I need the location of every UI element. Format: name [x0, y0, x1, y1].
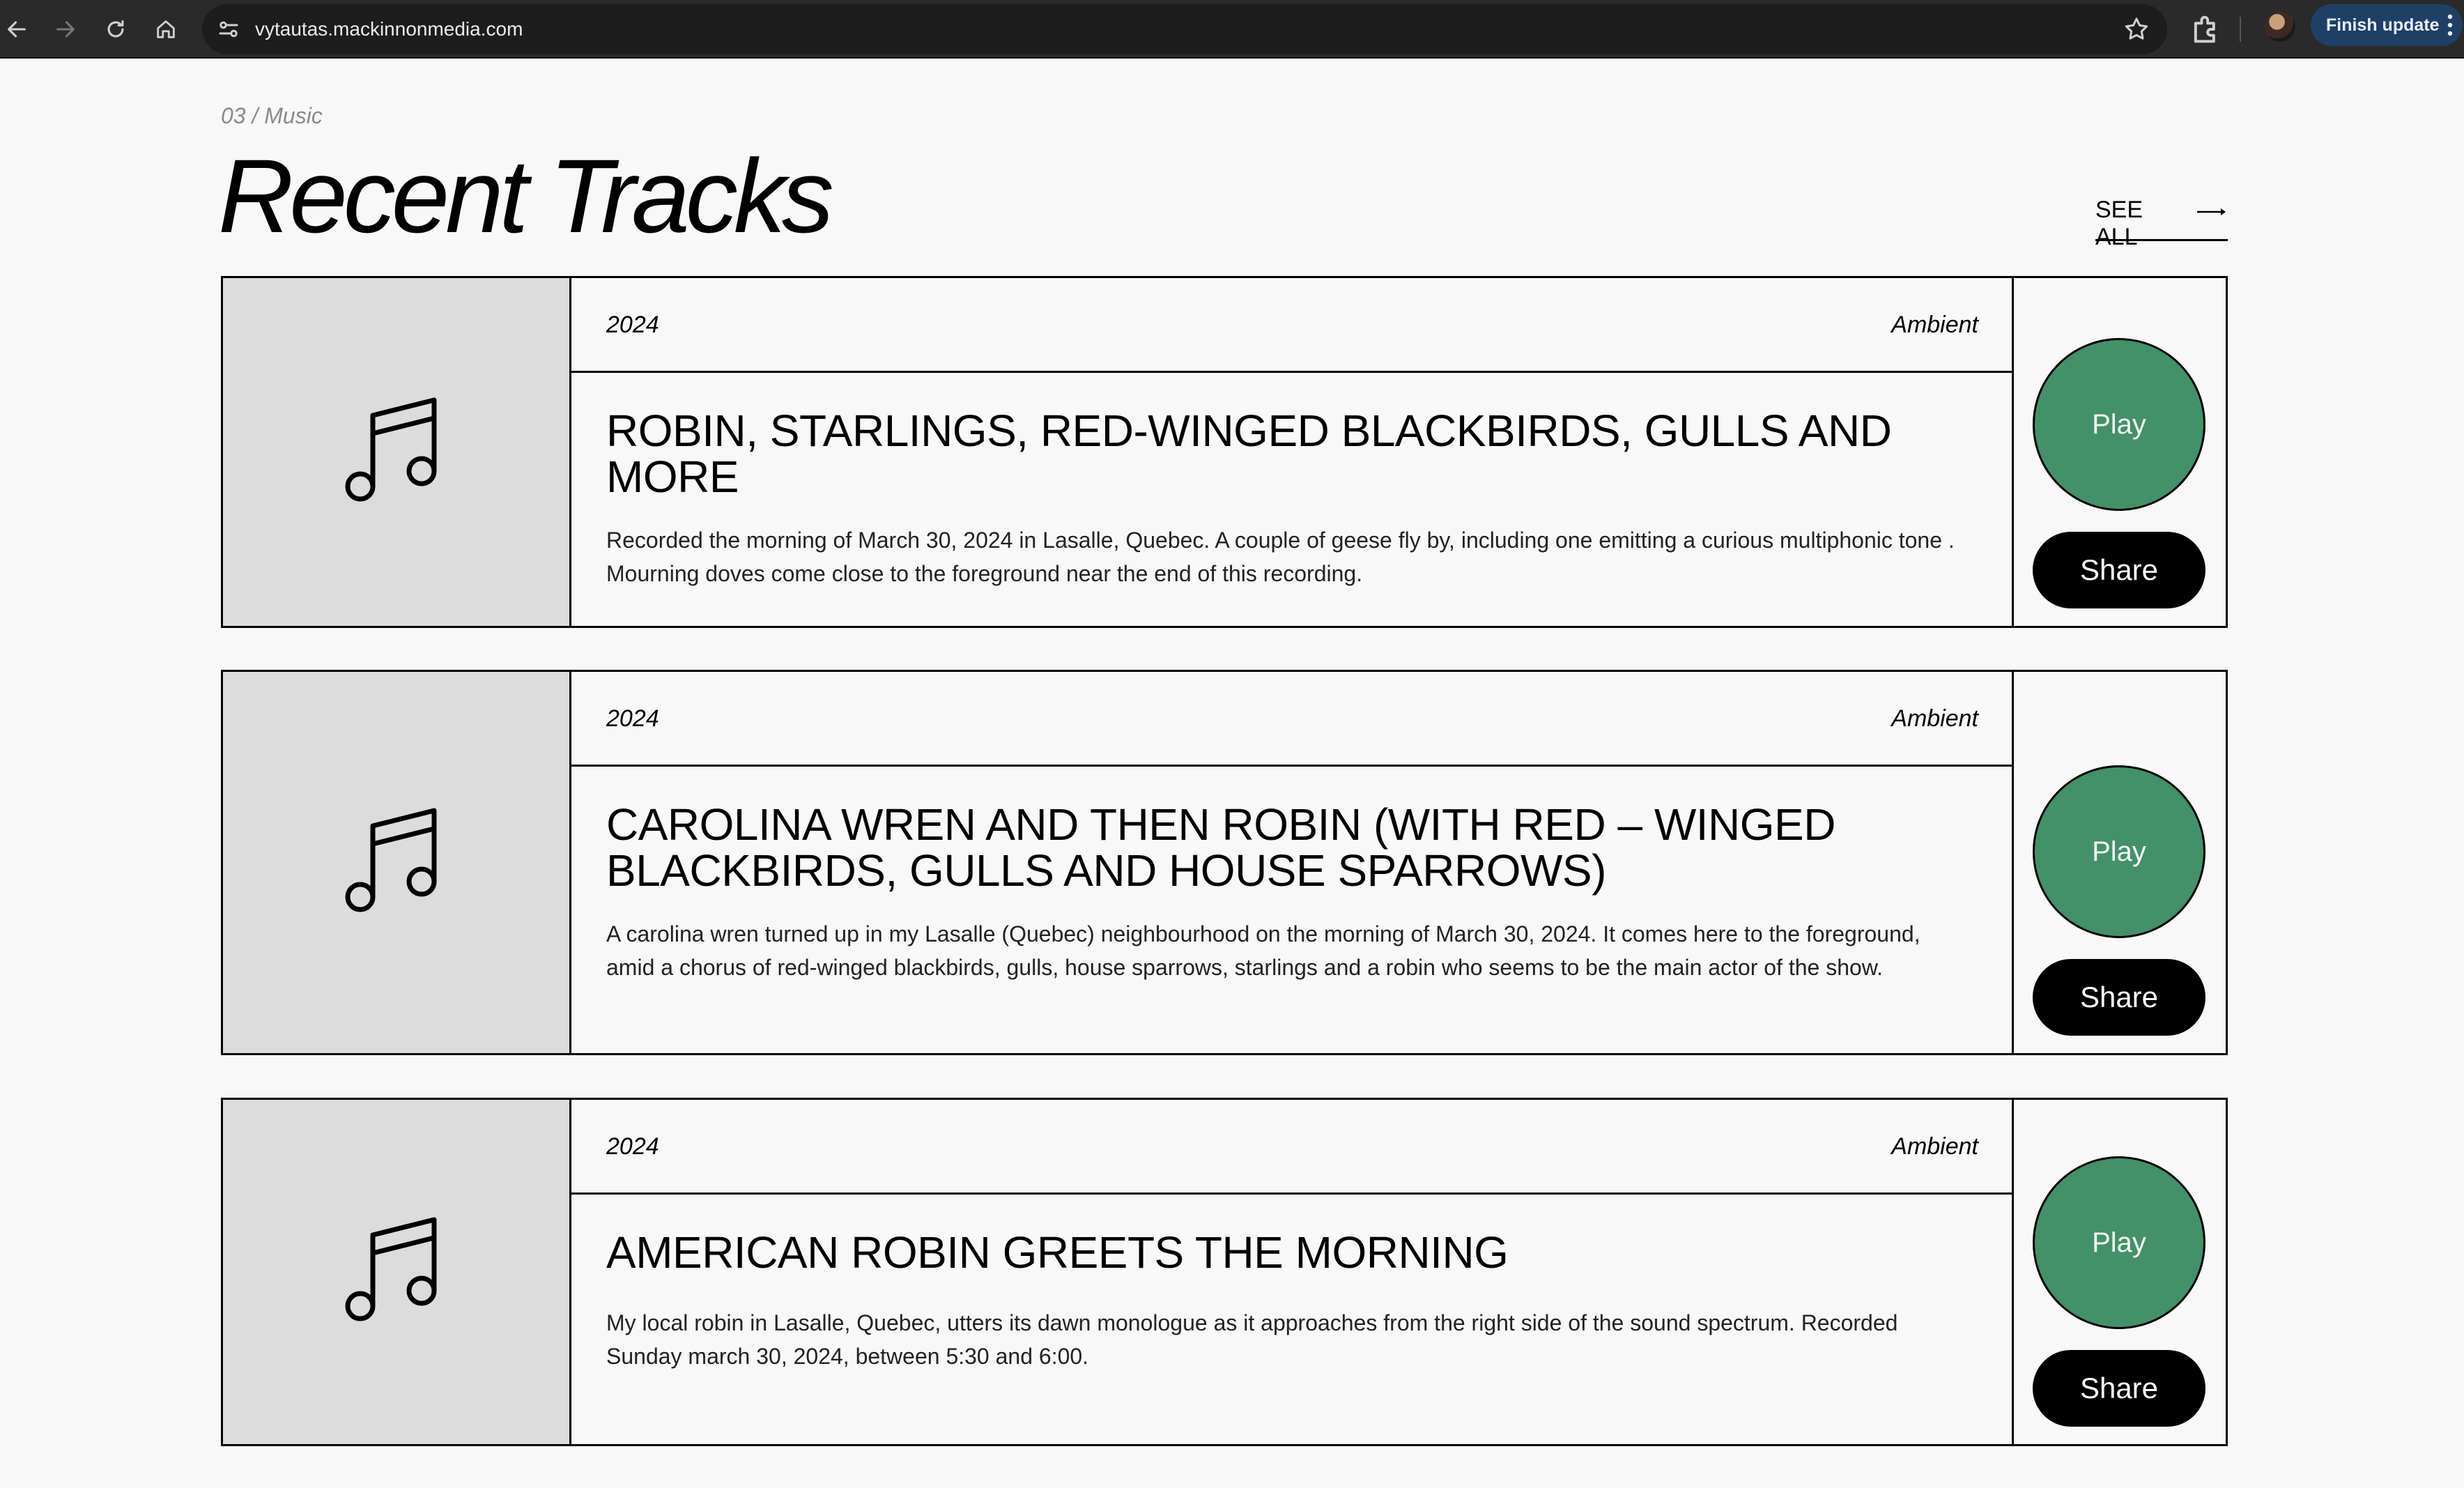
back-arrow-icon[interactable] [0, 10, 36, 49]
track-genre: Ambient [1891, 312, 1978, 338]
more-vert-icon [2447, 14, 2453, 36]
track-year: 2024 [606, 312, 659, 338]
share-button[interactable]: Share [2033, 959, 2205, 1036]
share-button[interactable]: Share [2033, 1350, 2205, 1427]
toolbar-separator [2240, 17, 2241, 42]
music-note-icon [345, 1217, 436, 1321]
track-genre: Ambient [1891, 705, 1978, 732]
track-actions: Play Share [2012, 672, 2226, 1053]
finish-update-button[interactable]: Finish update [2311, 4, 2463, 46]
home-icon[interactable] [146, 10, 185, 49]
track-info: 2024 Ambient ROBIN, STARLINGS, RED-WINGE… [571, 278, 2014, 626]
browser-toolbar: vytautas.mackinnonmedia.com Finish updat… [0, 0, 2464, 59]
track-year: 2024 [606, 1133, 659, 1160]
section-eyebrow: 03 / Music [221, 103, 323, 128]
see-all-link[interactable]: SEE ALL [2095, 197, 2228, 250]
share-button[interactable]: Share [2033, 532, 2205, 608]
track-thumbnail [223, 1100, 571, 1444]
forward-arrow-icon[interactable] [46, 10, 85, 49]
music-note-icon [345, 397, 436, 501]
play-button[interactable]: Play [2033, 338, 2205, 511]
finish-update-label: Finish update [2326, 15, 2440, 35]
play-button[interactable]: Play [2033, 1156, 2205, 1329]
track-card: 2024 Ambient AMERICAN ROBIN GREETS THE M… [221, 1098, 2228, 1446]
track-title: CAROLINA WREN AND THEN ROBIN (WITH RED –… [606, 799, 1835, 896]
track-genre: Ambient [1891, 1133, 1978, 1160]
page-title: Recent Tracks [218, 137, 834, 254]
track-description: My local robin in Lasalle, Quebec, utter… [606, 1310, 1898, 1369]
see-all-label: SEE ALL [2095, 197, 2143, 250]
track-actions: Play Share [2012, 1100, 2226, 1444]
address-bar[interactable]: vytautas.mackinnonmedia.com [202, 4, 2167, 54]
arrow-right-icon [2197, 208, 2226, 215]
star-icon[interactable] [2123, 15, 2150, 43]
track-meta: 2024 Ambient [571, 672, 2012, 767]
track-thumbnail [223, 278, 571, 626]
track-info: 2024 Ambient AMERICAN ROBIN GREETS THE M… [571, 1100, 2014, 1444]
profile-avatar[interactable] [2265, 11, 2295, 42]
track-meta: 2024 Ambient [571, 1100, 2012, 1195]
track-card: 2024 Ambient ROBIN, STARLINGS, RED-WINGE… [221, 276, 2228, 628]
music-note-icon [345, 808, 436, 912]
track-actions: Play Share [2012, 278, 2226, 626]
track-description: A carolina wren turned up in my Lasalle … [606, 921, 1920, 980]
play-button[interactable]: Play [2033, 765, 2205, 938]
track-info: 2024 Ambient CAROLINA WREN AND THEN ROBI… [571, 672, 2014, 1053]
track-thumbnail [223, 672, 571, 1053]
track-title: AMERICAN ROBIN GREETS THE MORNING [606, 1227, 1509, 1278]
tune-icon[interactable] [216, 17, 241, 42]
track-meta: 2024 Ambient [571, 278, 2012, 373]
track-year: 2024 [606, 705, 659, 732]
url-text[interactable]: vytautas.mackinnonmedia.com [255, 17, 523, 42]
track-title: ROBIN, STARLINGS, RED-WINGED BLACKBIRDS,… [606, 406, 1892, 502]
reload-icon[interactable] [96, 10, 135, 49]
puzzle-icon[interactable] [2188, 11, 2224, 47]
track-description: Recorded the morning of March 30, 2024 i… [606, 528, 1955, 586]
track-card: 2024 Ambient CAROLINA WREN AND THEN ROBI… [221, 670, 2228, 1055]
